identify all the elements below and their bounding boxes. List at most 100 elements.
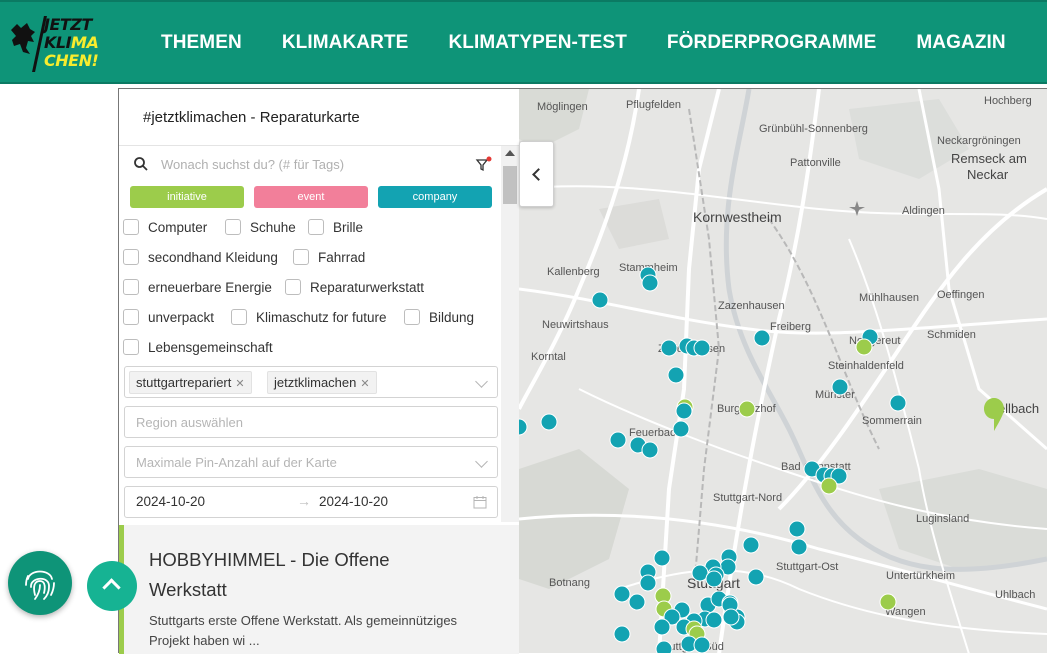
date-to[interactable]: 2024-10-20 [319,494,388,509]
company-pin[interactable] [540,413,558,431]
checkbox-label: unverpackt [148,309,215,325]
initiative-pin[interactable] [820,477,838,495]
tag-chip[interactable]: stuttgartrepariert ✕ [129,371,252,394]
category-initiative-button[interactable]: initiative [130,186,244,208]
company-pin[interactable] [641,441,659,459]
company-pin[interactable] [628,593,646,611]
initiative-pin[interactable] [879,593,897,611]
company-pin[interactable] [790,538,808,556]
company-pin[interactable] [655,640,673,653]
filter-icon[interactable] [475,156,493,174]
date-range-picker[interactable]: 2024-10-20 → 2024-10-20 [124,486,498,518]
fingerprint-icon [25,570,55,600]
company-pin[interactable] [742,536,760,554]
nav-klimatypen-test[interactable]: KLIMATYPEN-TEST [448,32,626,54]
company-pin[interactable] [693,636,711,653]
company-pin[interactable] [613,625,631,643]
category-event-button[interactable]: event [254,186,368,208]
chevron-down-icon[interactable] [475,455,488,468]
region-input[interactable]: Region auswählen [124,406,498,438]
collapse-panel-button[interactable] [519,141,554,207]
calendar-icon[interactable] [473,495,487,509]
remove-tag-icon[interactable]: ✕ [360,378,369,390]
jetzt-klimachen-logo[interactable]: JETZT KLIMA CHEN! [6,14,110,74]
checkbox-label: secondhand Kleidung [148,249,278,265]
checkbox-fahrrad[interactable]: Fahrrad [293,249,365,265]
company-pin[interactable] [609,431,627,449]
company-pin[interactable] [667,366,685,384]
nav-klimakarte[interactable]: KLIMAKARTE [282,32,409,54]
initiative-pin[interactable] [738,400,756,418]
company-pin[interactable] [705,570,723,588]
category-company-button[interactable]: company [378,186,492,208]
checkbox-box[interactable] [285,279,301,295]
company-pin[interactable] [889,394,907,412]
company-pin[interactable] [653,618,671,636]
result-description: Stuttgarts erste Offene Werkstatt. Als g… [149,613,458,648]
company-pin[interactable] [753,329,771,347]
checkbox-computer[interactable]: Computer [123,219,207,235]
panel-scrollbar[interactable] [501,146,519,522]
company-pin[interactable] [639,574,657,592]
fingerprint-button[interactable] [8,551,72,615]
checkbox-schuhe[interactable]: Schuhe [225,219,296,235]
checkbox-bildung[interactable]: Bildung [404,309,474,325]
company-pin[interactable] [747,568,765,586]
checkbox-label: Computer [148,219,208,235]
search-input[interactable] [161,153,461,175]
company-pin[interactable] [613,585,631,603]
company-pin[interactable] [660,339,678,357]
checkbox-box[interactable] [225,219,241,235]
checkbox-box[interactable] [231,309,247,325]
checkbox-unverpackt[interactable]: unverpackt [123,309,214,325]
company-pin[interactable] [672,420,690,438]
company-pin[interactable] [693,339,711,357]
map-filter-panel: #jetztklimachen - Reparaturkarte initiat… [118,88,519,654]
checkbox-box[interactable] [123,309,139,325]
result-card[interactable]: HOBBYHIMMEL - Die Offene Werkstatt Stutt… [119,525,519,654]
company-pin[interactable] [519,418,528,436]
max-pins-select[interactable]: Maximale Pin-Anzahl auf der Karte [124,446,498,478]
main-nav: THEMEN KLIMAKARTE KLIMATYPEN-TEST FÖRDER… [161,32,1046,54]
checkbox-label: Bildung [429,309,475,325]
checkbox-box[interactable] [308,219,324,235]
company-pin[interactable] [641,274,659,292]
company-pin[interactable] [675,402,693,420]
checkbox-box[interactable] [123,339,139,355]
company-pin[interactable] [591,291,609,309]
initiative-marker[interactable] [984,398,1004,431]
company-pin[interactable] [831,378,849,396]
chevron-down-icon[interactable] [475,375,488,388]
lion-icon [11,23,35,54]
checkbox-erneuerbare-energie[interactable]: erneuerbare Energie [123,279,272,295]
checkbox-lebensgemeinschaft[interactable]: Lebensgemeinschaft [123,339,273,355]
checkbox-box[interactable] [123,279,139,295]
checkbox-box[interactable] [123,249,139,265]
checkbox-klimaschutz-for-future[interactable]: Klimaschutz for future [231,309,387,325]
date-from[interactable]: 2024-10-20 [136,494,205,509]
company-pin[interactable] [653,549,671,567]
logo-line-1: JETZT [44,15,92,34]
scroll-thumb[interactable] [503,166,517,204]
result-title[interactable]: HOBBYHIMMEL - Die Offene Werkstatt [149,545,449,605]
company-pin[interactable] [705,611,723,629]
checkbox-box[interactable] [293,249,309,265]
checkbox-secondhand-kleidung[interactable]: secondhand Kleidung [123,249,278,265]
tag-chip[interactable]: jetztklimachen ✕ [267,371,377,394]
nav-magazin[interactable]: MAGAZIN [916,32,1005,54]
checkbox-box[interactable] [123,219,139,235]
nav-themen[interactable]: THEMEN [161,32,242,54]
checkbox-reparaturwerkstatt[interactable]: Reparaturwerkstatt [285,279,424,295]
scroll-to-top-button[interactable] [87,561,137,611]
company-pin[interactable] [722,608,740,626]
checkbox-box[interactable] [404,309,420,325]
tag-chip-label: stuttgartrepariert [136,375,232,390]
tag-select[interactable]: stuttgartrepariert ✕ jetztklimachen ✕ [124,366,498,398]
nav-foerderprogramme[interactable]: FÖRDERPROGRAMME [667,32,876,54]
checkbox-brille[interactable]: Brille [308,219,363,235]
map-view[interactable]: Möglingen Pflugfelden Grünbühl-Sonnenber… [519,88,1047,653]
remove-tag-icon[interactable]: ✕ [235,378,244,390]
scroll-up-arrow-icon[interactable] [505,150,515,156]
company-pin[interactable] [788,520,806,538]
initiative-pin[interactable] [855,338,873,356]
